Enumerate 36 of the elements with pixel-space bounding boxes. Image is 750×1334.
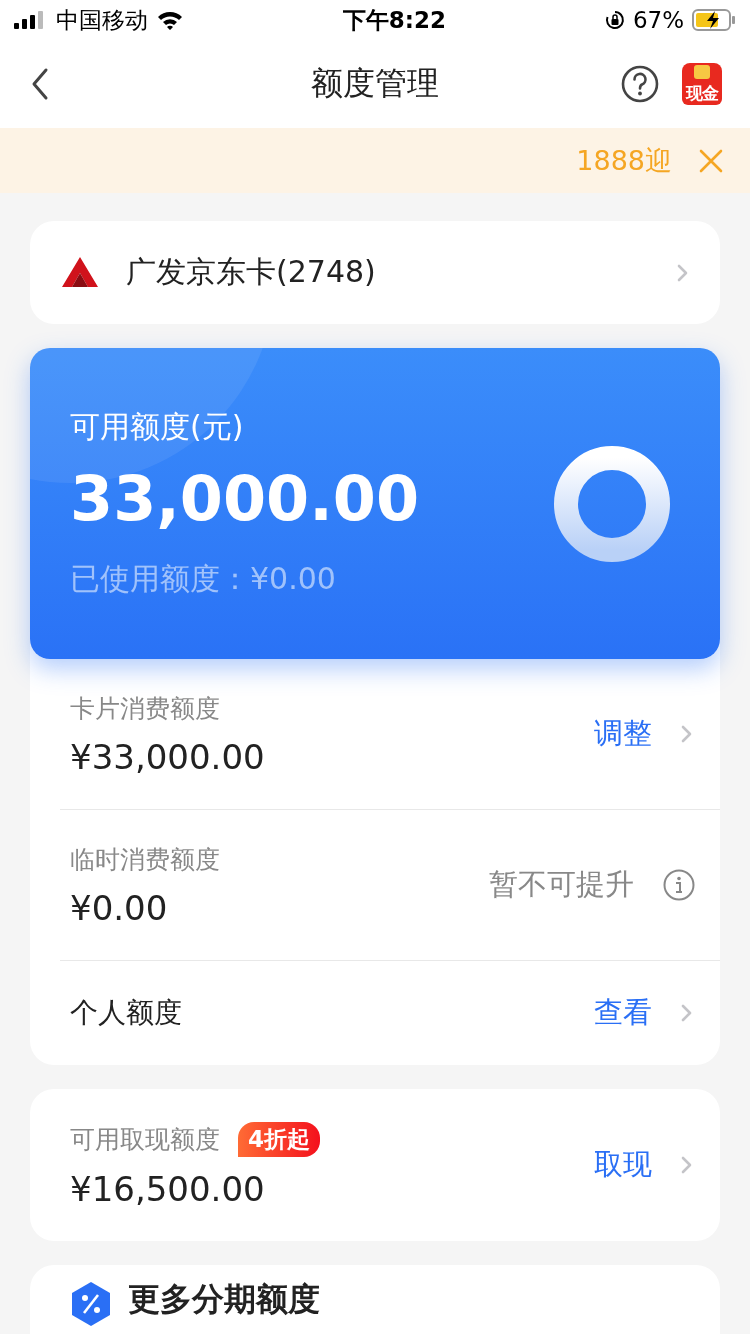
clock-time: 下午8:22 bbox=[342, 5, 447, 35]
status-text: 暂不可提升 bbox=[489, 866, 634, 903]
limit-label: 可用取现额度 bbox=[70, 1123, 220, 1156]
info-icon bbox=[662, 868, 696, 902]
limit-amount: ¥33,000.00 bbox=[70, 736, 265, 777]
page-title: 额度管理 bbox=[311, 63, 439, 104]
available-limit-label: 可用额度(元) bbox=[70, 408, 245, 446]
discount-tag: 4折起 bbox=[238, 1121, 320, 1157]
chevron-right-icon bbox=[676, 263, 690, 282]
card-selector[interactable]: 广发京东卡(2748) bbox=[30, 221, 720, 324]
battery-charging-icon bbox=[692, 9, 736, 31]
notice-text: 1888迎 bbox=[576, 143, 672, 178]
action-link[interactable]: 查看 bbox=[594, 993, 652, 1033]
close-icon bbox=[698, 147, 724, 174]
battery-percent: 67% bbox=[632, 7, 684, 33]
action-link[interactable]: 调整 bbox=[594, 714, 652, 754]
rotation-lock-icon bbox=[604, 10, 625, 30]
available-limit-amount: 33,000.00 bbox=[70, 462, 420, 535]
cash-envelope-button[interactable]: 现金 bbox=[682, 63, 722, 105]
limit-amount: ¥16,500.00 bbox=[70, 1168, 266, 1209]
used-limit-text: 已使用额度：¥0.00 bbox=[70, 560, 337, 598]
wifi-icon bbox=[156, 10, 184, 30]
limit-label: 卡片消费额度 bbox=[70, 692, 221, 725]
limit-label: 临时消费额度 bbox=[70, 843, 220, 876]
limit-amount: ¥0.00 bbox=[70, 887, 169, 928]
chevron-right-icon bbox=[680, 725, 694, 743]
limit-label: 个人额度 bbox=[70, 995, 182, 1031]
help-icon bbox=[620, 64, 660, 104]
chevron-right-icon bbox=[680, 1004, 694, 1022]
bank-logo-icon bbox=[62, 256, 98, 289]
ring-icon bbox=[552, 443, 672, 564]
chevron-right-icon bbox=[680, 1156, 694, 1174]
section-title: 更多分期额度 bbox=[128, 1281, 320, 1317]
carrier-name: 中国移动 bbox=[56, 5, 148, 35]
percent-badge-icon bbox=[70, 1281, 112, 1327]
action-link[interactable]: 取现 bbox=[594, 1145, 652, 1185]
